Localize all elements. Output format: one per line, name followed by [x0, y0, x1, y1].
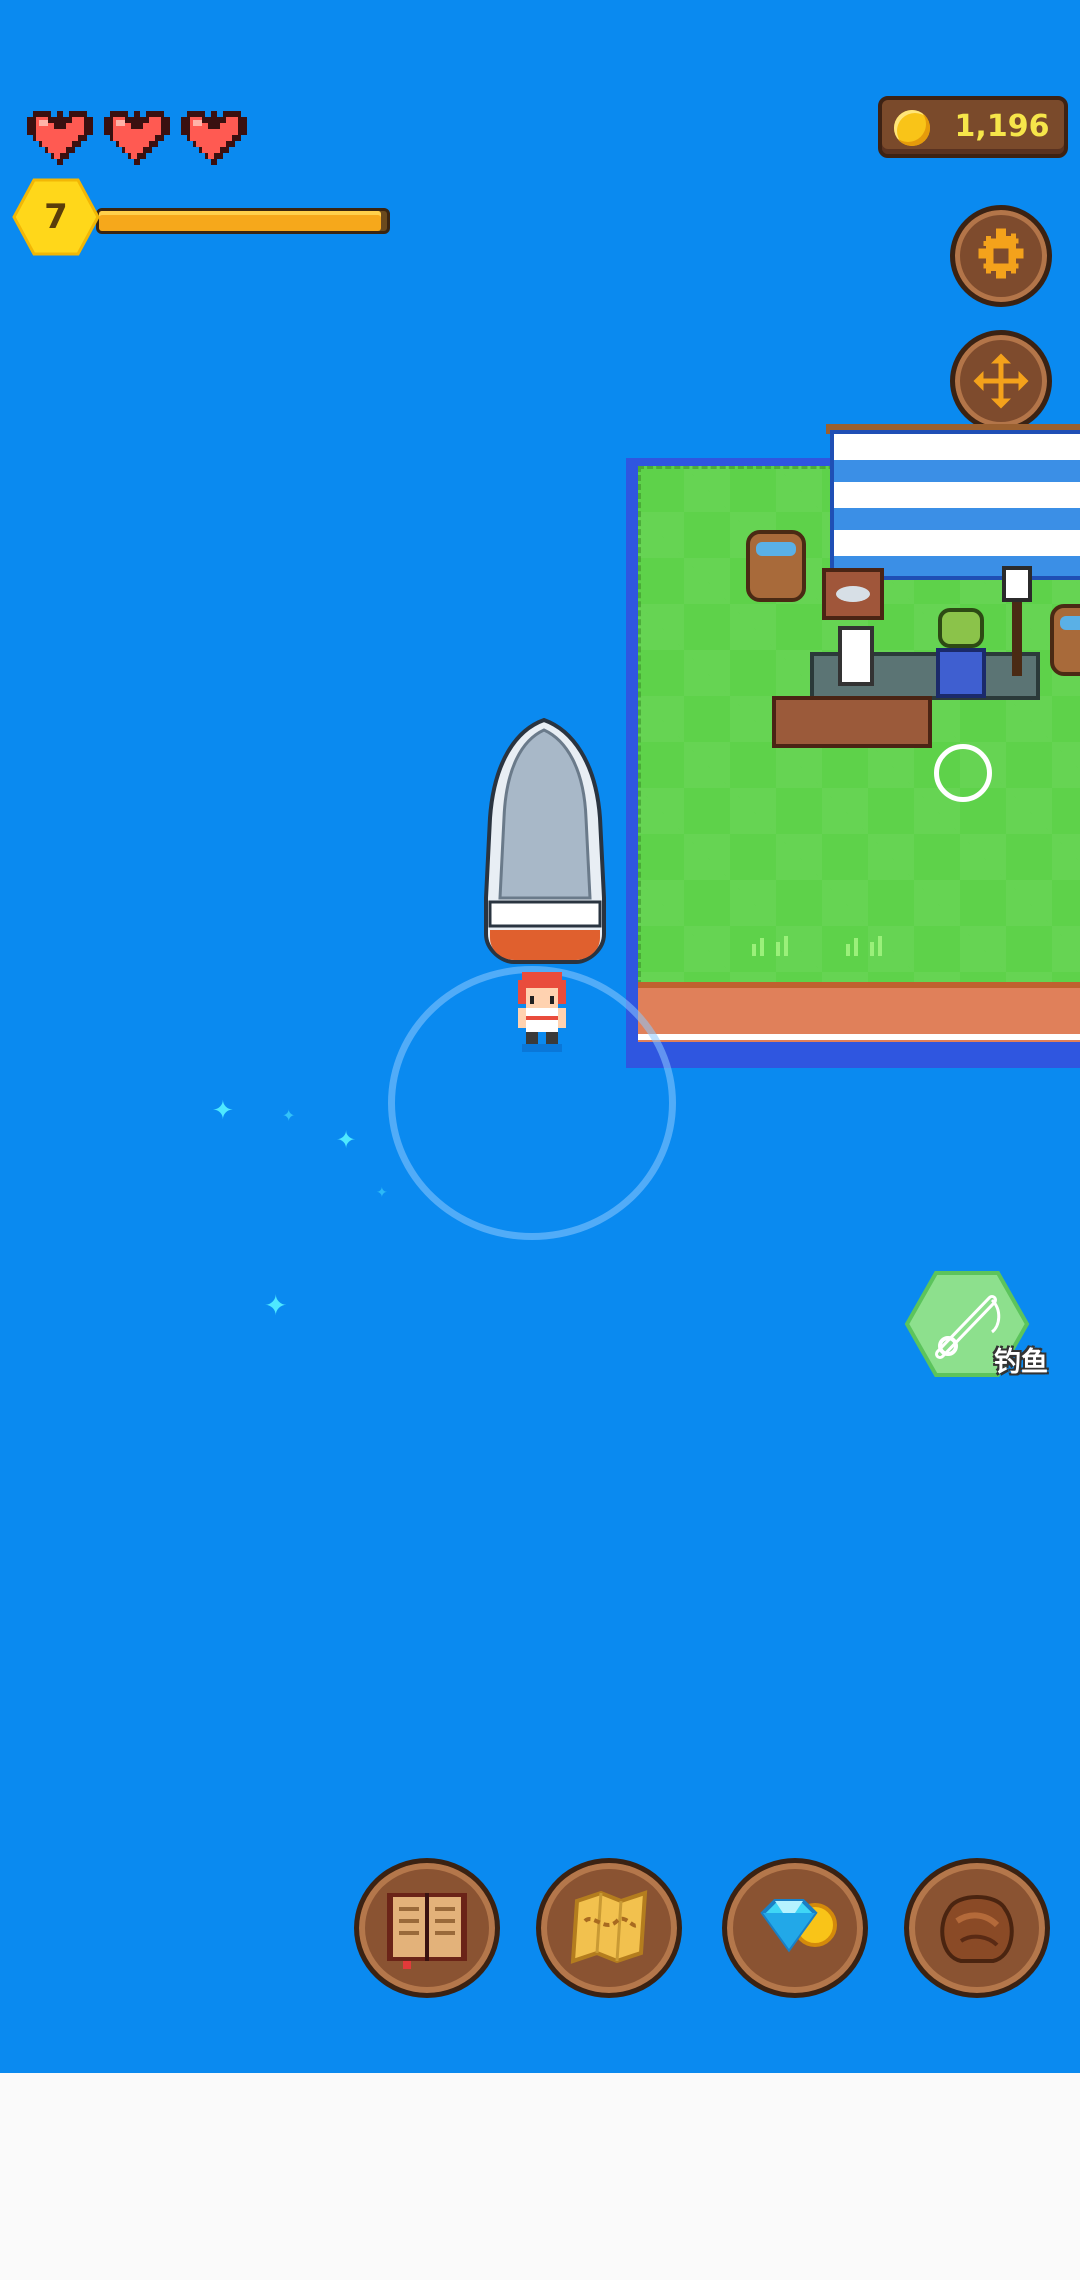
gem-coin-shop-icon — [760, 1899, 837, 1953]
coin-counter: 1,196 — [878, 96, 1068, 158]
map-button[interactable] — [536, 1858, 682, 1998]
journal-button[interactable] — [354, 1858, 500, 1998]
grass-tuft — [748, 932, 800, 956]
game-viewport[interactable]: 7 1,196 ✦ ✦ ✦ ✦ ✦ 钓鱼 — [0, 0, 1080, 2073]
player-character — [510, 968, 574, 1052]
barrel — [1050, 604, 1080, 676]
heart-icon — [24, 108, 96, 168]
market-awning — [830, 430, 1080, 580]
inventory-button[interactable] — [904, 1858, 1050, 1998]
gear-icon — [978, 228, 1024, 279]
lamp-post — [1000, 566, 1034, 676]
level-number: 7 — [44, 197, 68, 237]
xp-progress-bar — [96, 208, 390, 234]
heart-icon — [178, 108, 250, 168]
move-camera-button[interactable] — [950, 330, 1052, 432]
shop-button[interactable] — [722, 1858, 868, 1998]
fish-crates — [772, 696, 932, 748]
heart-icon — [101, 108, 173, 168]
coin-count: 1,196 — [954, 109, 1050, 144]
water-sparkle-icon: ✦ — [282, 1106, 296, 1125]
move-arrows-icon — [973, 353, 1029, 409]
barrel — [746, 530, 806, 602]
fish-shop-sign — [822, 568, 884, 620]
xp-progress-fill — [99, 211, 382, 231]
water-sparkle-icon: ✦ — [336, 1126, 357, 1154]
book-icon — [387, 1893, 467, 1969]
system-navigation-area — [0, 2073, 1080, 2280]
leather-bag-icon — [940, 1895, 1014, 1963]
fishing-action-label: 钓鱼 — [994, 1347, 1048, 1378]
island-foam — [638, 1034, 1080, 1040]
fish-merchant-npc[interactable] — [932, 608, 990, 704]
island-cliff-edge — [638, 982, 1080, 1042]
grass-tuft — [842, 932, 894, 956]
shop-item — [838, 626, 874, 686]
water-sparkle-icon: ✦ — [212, 1096, 234, 1126]
water-sparkle-icon: ✦ — [264, 1289, 288, 1322]
coin-icon — [894, 110, 930, 146]
level-badge: 7 — [12, 178, 100, 256]
water-sparkle-icon: ✦ — [376, 1185, 388, 1201]
settings-button[interactable] — [950, 205, 1052, 307]
tap-target-circle — [934, 744, 992, 802]
map-icon — [570, 1890, 648, 1964]
rowboat[interactable] — [484, 718, 606, 964]
